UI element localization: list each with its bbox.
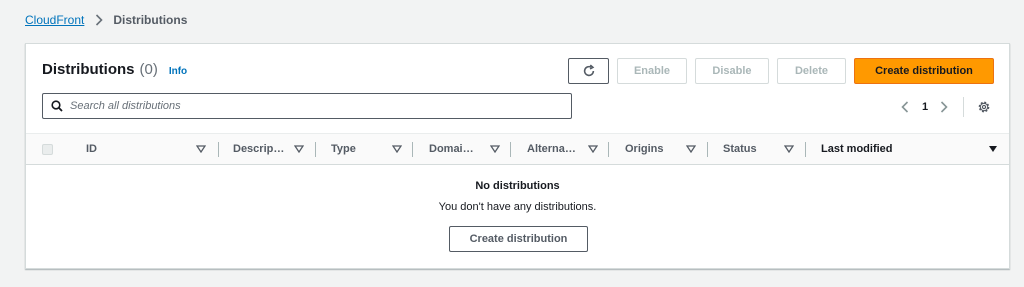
breadcrumb: CloudFront Distributions xyxy=(25,13,187,27)
column-header-id[interactable]: ID xyxy=(86,134,216,164)
page-number[interactable]: 1 xyxy=(922,101,928,113)
column-divider xyxy=(608,142,609,157)
column-header-description[interactable]: Descrip… xyxy=(233,134,333,164)
refresh-button[interactable] xyxy=(568,58,609,84)
empty-create-distribution-button[interactable]: Create distribution xyxy=(449,226,588,252)
column-header-origins[interactable]: Origins xyxy=(625,134,705,164)
empty-state-description: You don't have any distributions. xyxy=(438,201,597,213)
chevron-right-icon xyxy=(94,13,104,27)
column-divider xyxy=(805,142,806,157)
distributions-panel: Distributions (0) Info Enable Disable De… xyxy=(25,43,1010,269)
previous-page-button[interactable] xyxy=(898,98,912,116)
sort-down-icon xyxy=(294,145,304,153)
sort-down-icon xyxy=(490,145,500,153)
disable-button[interactable]: Disable xyxy=(695,58,769,84)
column-header-alternate-domain[interactable]: Alterna… xyxy=(527,134,607,164)
sort-down-icon xyxy=(686,145,696,153)
empty-state-title: No distributions xyxy=(475,180,560,192)
sort-down-icon xyxy=(392,145,402,153)
preferences-button[interactable] xyxy=(976,99,992,115)
search-input[interactable] xyxy=(70,100,550,112)
info-link[interactable]: Info xyxy=(169,66,187,77)
panel-header: Distributions (0) Info xyxy=(42,61,187,78)
table-header: ID Descrip… Type Domai… Alterna… Origins xyxy=(26,133,1009,165)
select-all-checkbox[interactable] xyxy=(42,144,53,155)
page-title: Distributions xyxy=(42,61,135,78)
gear-icon xyxy=(978,101,990,113)
breadcrumb-current: Distributions xyxy=(113,13,188,27)
delete-button[interactable]: Delete xyxy=(777,58,846,84)
pagination: 1 xyxy=(898,97,992,117)
column-divider xyxy=(218,142,219,157)
sort-down-icon xyxy=(588,145,598,153)
column-divider xyxy=(510,142,511,157)
refresh-icon xyxy=(583,64,594,77)
enable-button[interactable]: Enable xyxy=(617,58,687,84)
column-header-domain[interactable]: Domai… xyxy=(429,134,509,164)
column-divider xyxy=(412,142,413,157)
search-field[interactable] xyxy=(42,93,572,119)
column-divider xyxy=(707,142,708,157)
sort-down-icon xyxy=(784,145,794,153)
next-page-button[interactable] xyxy=(937,98,951,116)
search-icon xyxy=(51,100,63,112)
column-header-type[interactable]: Type xyxy=(331,134,411,164)
distribution-count: (0) xyxy=(139,61,158,78)
breadcrumb-cloudfront-link[interactable]: CloudFront xyxy=(25,13,84,27)
sort-descending-icon xyxy=(989,146,997,152)
empty-state: No distributions You don't have any dist… xyxy=(26,165,1009,252)
column-header-status[interactable]: Status xyxy=(723,134,803,164)
chevron-right-icon xyxy=(941,101,948,113)
column-divider xyxy=(315,142,316,157)
pager-divider xyxy=(963,97,965,117)
sort-down-icon xyxy=(196,145,206,153)
column-header-last-modified[interactable]: Last modified xyxy=(821,134,1001,164)
chevron-left-icon xyxy=(901,101,909,113)
create-distribution-button[interactable]: Create distribution xyxy=(854,58,994,84)
